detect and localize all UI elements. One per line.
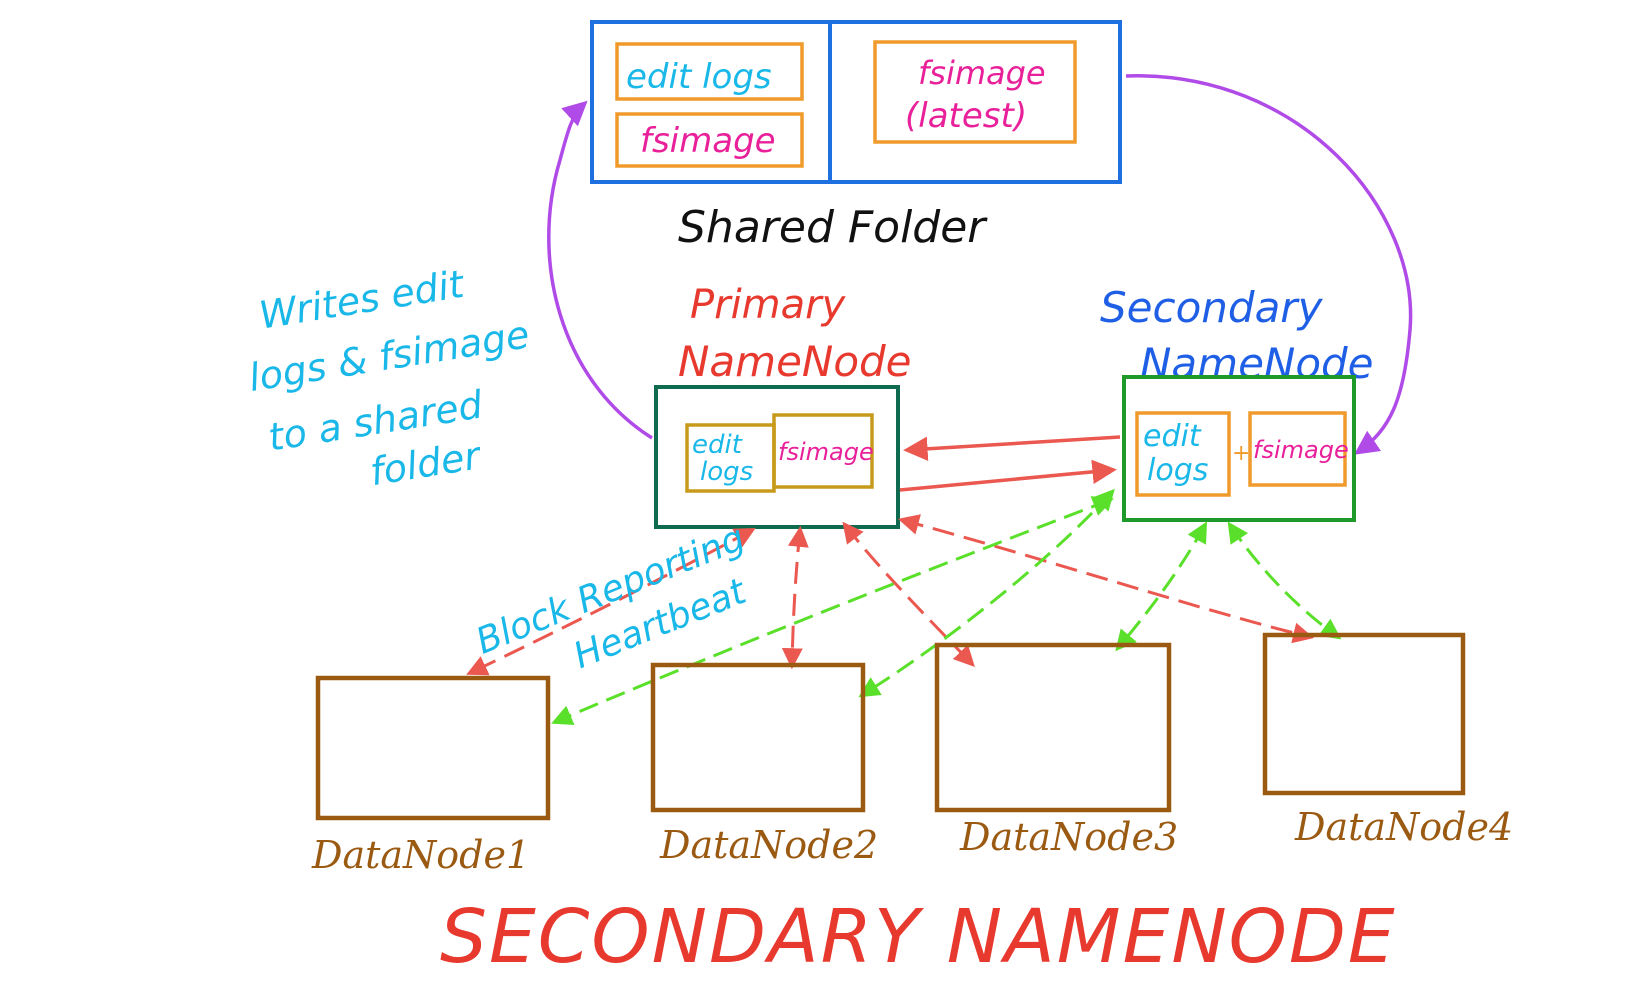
datanode3-label: DataNode3 <box>959 815 1178 859</box>
datanode3-box <box>934 642 1172 813</box>
primary-datanode4-link <box>897 514 1315 644</box>
primary-edit-logs-line1: edit <box>692 430 743 460</box>
datanode4-label: DataNode4 <box>1294 805 1513 849</box>
datanode2-box <box>650 662 866 813</box>
shared-to-secondary-arrow <box>1125 74 1413 455</box>
secondary-namenode: Secondary NameNode edit logs + fsimage <box>1100 283 1374 522</box>
primary-datanode2-link <box>781 525 809 670</box>
secondary-edit-logs-line2: logs <box>1147 453 1208 488</box>
shared-fsimage-label: fsimage <box>640 121 776 161</box>
secondary-fsimage-label: fsimage <box>1253 436 1349 464</box>
secondary-to-primary-arrow <box>903 435 1121 462</box>
secondary-title-line1: Secondary <box>1100 283 1324 332</box>
secondary-edit-logs-line1: edit <box>1143 419 1202 454</box>
shared-fsimage-latest-line1: fsimage <box>918 54 1046 92</box>
shared-folder-title: Shared Folder <box>678 202 988 253</box>
primary-title-line2: NameNode <box>678 337 912 386</box>
writes-note-line4: folder <box>367 433 485 494</box>
datanode4-box <box>1262 632 1466 796</box>
secondary-namenode-diagram: edit logs fsimage fsimage (latest) Share… <box>246 20 1513 980</box>
primary-edit-logs-line2: logs <box>700 457 753 487</box>
primary-to-secondary-arrow <box>899 459 1117 492</box>
secondary-title-line2: NameNode <box>1140 339 1374 388</box>
shared-fsimage-latest-line2: (latest) <box>905 96 1027 136</box>
datanode1-box <box>315 675 551 821</box>
secondary-plus-sign: + <box>1232 441 1250 466</box>
datanodes: DataNode1 DataNode2 DataNode3 DataNode4 <box>311 632 1513 877</box>
primary-namenode: Primary NameNode edit logs fsimage <box>654 282 912 529</box>
shared-edit-logs-label: edit logs <box>626 57 772 97</box>
writes-note: Writes edit logs & fsimage to a shared f… <box>246 262 532 495</box>
datanode1-label: DataNode1 <box>311 833 530 877</box>
shared-folder: edit logs fsimage fsimage (latest) Share… <box>590 20 1122 253</box>
diagram-title: SECONDARY NAMENODE <box>440 894 1397 980</box>
primary-title-line1: Primary <box>690 282 847 328</box>
primary-to-shared-arrow <box>547 100 653 440</box>
datanode2-label: DataNode2 <box>659 823 878 867</box>
primary-fsimage-label: fsimage <box>778 438 874 466</box>
